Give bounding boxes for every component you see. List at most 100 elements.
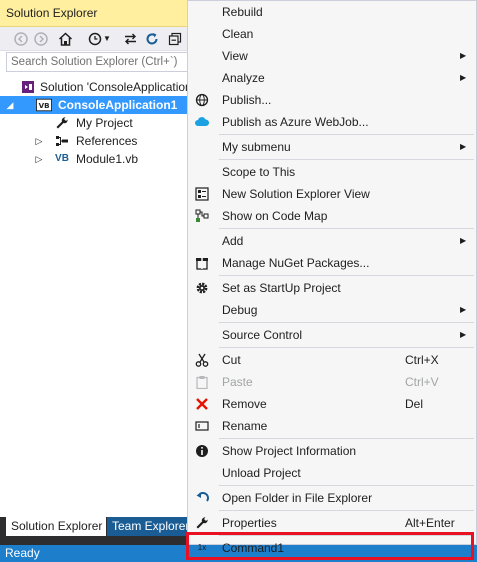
menu-separator bbox=[219, 228, 474, 229]
menu-item-show-on-code-map[interactable]: Show on Code Map bbox=[188, 205, 476, 227]
menu-separator bbox=[219, 347, 474, 348]
menu-label: Source Control bbox=[222, 328, 303, 342]
menu-item-publish-azure[interactable]: Publish as Azure WebJob... bbox=[188, 111, 476, 133]
tab-team-explorer[interactable]: Team Explorer bbox=[107, 517, 190, 536]
remove-x-icon bbox=[194, 396, 210, 412]
search-input[interactable]: Search Solution Explorer (Ctrl+`) bbox=[6, 52, 190, 72]
menu-label: Open Folder in File Explorer bbox=[222, 491, 373, 505]
tab-solution-explorer[interactable]: Solution Explorer bbox=[6, 517, 106, 536]
menu-item-scope-to-this[interactable]: Scope to This bbox=[188, 161, 476, 183]
menu-shortcut: Alt+Enter bbox=[405, 516, 455, 530]
collapsed-arrow-icon[interactable]: ▷ bbox=[34, 150, 44, 168]
menu-item-rename[interactable]: Rename bbox=[188, 415, 476, 437]
menu-separator bbox=[219, 438, 474, 439]
globe-icon bbox=[194, 92, 210, 108]
code-map-icon bbox=[194, 208, 210, 224]
nuget-package-icon bbox=[194, 255, 210, 271]
tree-item-references[interactable]: ▷ References bbox=[0, 132, 190, 150]
menu-label: Properties bbox=[222, 516, 277, 530]
submenu-arrow-icon: ▶ bbox=[460, 73, 467, 82]
collapsed-arrow-icon[interactable]: ▷ bbox=[34, 132, 44, 150]
menu-item-cut[interactable]: Cut Ctrl+X bbox=[188, 349, 476, 371]
menu-label: Command1 bbox=[222, 541, 285, 555]
menu-label: Scope to This bbox=[222, 165, 296, 179]
menu-label: Cut bbox=[222, 353, 241, 367]
submenu-arrow-icon: ▶ bbox=[460, 305, 467, 314]
solution-explorer-panel: Solution Explorer ▼ Search Solution Expl… bbox=[0, 0, 190, 545]
tree-label-my-project: My Project bbox=[76, 116, 133, 130]
menu-label: Clean bbox=[222, 27, 254, 41]
menu-item-command1[interactable]: 1x Command1 bbox=[188, 537, 476, 559]
forward-arrow-icon[interactable] bbox=[32, 30, 50, 48]
new-view-icon bbox=[194, 186, 210, 202]
tree-label-solution: Solution 'ConsoleApplication1' bbox=[40, 80, 190, 94]
solution-explorer-toolbar: ▼ bbox=[0, 27, 190, 51]
refresh-icon[interactable] bbox=[143, 30, 161, 48]
tree-item-module[interactable]: ▷ VB Module1.vb bbox=[0, 150, 190, 168]
tree-item-my-project[interactable]: My Project bbox=[0, 114, 190, 132]
menu-item-analyze[interactable]: Analyze ▶ bbox=[188, 67, 476, 89]
menu-item-paste[interactable]: Paste Ctrl+V bbox=[188, 371, 476, 393]
menu-item-view[interactable]: View ▶ bbox=[188, 45, 476, 67]
collapse-all-icon[interactable] bbox=[166, 30, 184, 48]
menu-shortcut: Del bbox=[405, 397, 424, 411]
home-icon[interactable] bbox=[56, 30, 74, 48]
info-icon bbox=[194, 443, 210, 459]
menu-label: View bbox=[222, 49, 248, 63]
menu-separator bbox=[219, 275, 474, 276]
menu-item-my-submenu[interactable]: My submenu ▶ bbox=[188, 136, 476, 158]
menu-item-manage-nuget[interactable]: Manage NuGet Packages... bbox=[188, 252, 476, 274]
menu-item-debug[interactable]: Debug ▶ bbox=[188, 299, 476, 321]
tree-item-project[interactable]: ◢ VB ConsoleApplication1 bbox=[0, 96, 190, 114]
vb-badge-text: VB bbox=[39, 101, 50, 110]
menu-item-properties[interactable]: Properties Alt+Enter bbox=[188, 512, 476, 534]
references-icon bbox=[54, 134, 70, 148]
panel-title: Solution Explorer bbox=[0, 0, 190, 27]
menu-separator bbox=[219, 510, 474, 511]
menu-item-open-folder[interactable]: Open Folder in File Explorer bbox=[188, 487, 476, 509]
submenu-arrow-icon: ▶ bbox=[460, 236, 467, 245]
menu-separator bbox=[219, 485, 474, 486]
menu-item-show-project-info[interactable]: Show Project Information bbox=[188, 440, 476, 462]
tree-label-project: ConsoleApplication1 bbox=[58, 98, 178, 112]
wrench-icon bbox=[54, 116, 70, 130]
menu-item-publish[interactable]: Publish... bbox=[188, 89, 476, 111]
submenu-arrow-icon: ▶ bbox=[460, 51, 467, 60]
vb-project-icon: VB bbox=[36, 98, 52, 112]
menu-label: Remove bbox=[222, 397, 267, 411]
rename-icon bbox=[194, 418, 210, 434]
command1-icon: 1x bbox=[197, 543, 207, 552]
submenu-arrow-icon: ▶ bbox=[460, 330, 467, 339]
menu-label: My submenu bbox=[222, 140, 291, 154]
sync-icon[interactable] bbox=[121, 30, 139, 48]
menu-item-add[interactable]: Add ▶ bbox=[188, 230, 476, 252]
menu-label: Unload Project bbox=[222, 466, 301, 480]
menu-separator bbox=[219, 535, 474, 536]
menu-separator bbox=[219, 134, 474, 135]
menu-shortcut: Ctrl+X bbox=[405, 353, 439, 367]
azure-cloud-icon bbox=[194, 114, 210, 130]
menu-separator bbox=[219, 159, 474, 160]
menu-item-rebuild[interactable]: Rebuild bbox=[188, 1, 476, 23]
menu-item-set-startup[interactable]: Set as StartUp Project bbox=[188, 277, 476, 299]
menu-label: Show on Code Map bbox=[222, 209, 328, 223]
menu-label: New Solution Explorer View bbox=[222, 187, 370, 201]
menu-item-clean[interactable]: Clean bbox=[188, 23, 476, 45]
menu-item-new-solution-explorer-view[interactable]: New Solution Explorer View bbox=[188, 183, 476, 205]
menu-label: Set as StartUp Project bbox=[222, 281, 341, 295]
context-menu: Rebuild Clean View ▶ Analyze ▶ Publish..… bbox=[187, 0, 477, 555]
panel-tab-strip: Solution Explorer Team Explorer bbox=[0, 517, 190, 545]
menu-shortcut: Ctrl+V bbox=[405, 375, 439, 389]
status-text: Ready bbox=[5, 546, 40, 560]
expanded-arrow-icon[interactable]: ◢ bbox=[5, 96, 15, 114]
dropdown-icon[interactable]: ▼ bbox=[102, 30, 112, 48]
menu-item-remove[interactable]: Remove Del bbox=[188, 393, 476, 415]
solution-icon bbox=[20, 80, 36, 94]
menu-item-source-control[interactable]: Source Control ▶ bbox=[188, 324, 476, 346]
tree-item-solution[interactable]: Solution 'ConsoleApplication1' bbox=[0, 78, 190, 96]
submenu-arrow-icon: ▶ bbox=[460, 142, 467, 151]
menu-item-unload-project[interactable]: Unload Project bbox=[188, 462, 476, 484]
back-arrow-icon[interactable] bbox=[12, 30, 30, 48]
menu-label: Show Project Information bbox=[222, 444, 357, 458]
menu-label: Publish... bbox=[222, 93, 272, 107]
